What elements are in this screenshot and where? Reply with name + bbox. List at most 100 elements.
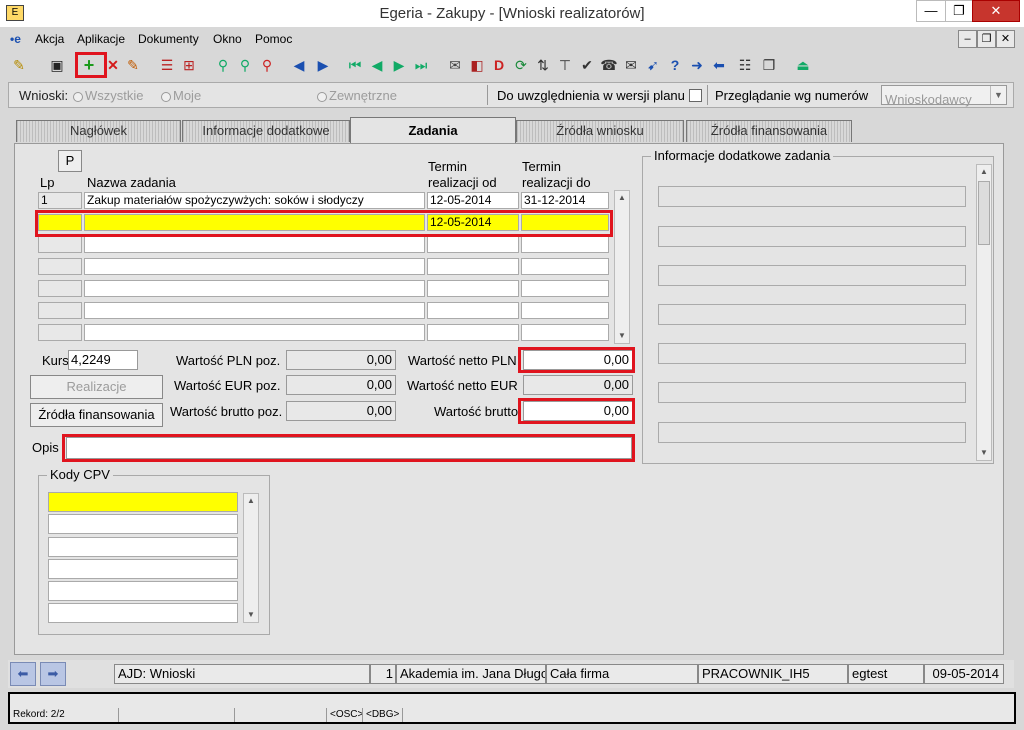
info-field[interactable] (658, 304, 966, 325)
tab-zadania[interactable]: Zadania (350, 117, 516, 144)
refresh-icon[interactable]: ⟳ (512, 55, 530, 75)
info-field[interactable] (658, 265, 966, 286)
task-to-field[interactable] (521, 302, 609, 319)
arrow-right-icon[interactable]: ▶ (314, 55, 332, 75)
d-icon[interactable]: D (490, 55, 508, 75)
exit-icon[interactable]: ⏏ (794, 55, 812, 75)
mdi-restore-button[interactable]: ❐ (977, 30, 996, 48)
restore-button[interactable]: ❐ (945, 0, 973, 22)
pointer-icon[interactable]: ➹ (644, 55, 662, 75)
menu-aplikacje[interactable]: Aplikacje (77, 32, 125, 46)
scroll-down-icon[interactable]: ▼ (244, 608, 258, 622)
browse-select[interactable]: Wnioskodawcy ▼ (881, 85, 1007, 107)
forward-icon[interactable]: ➜ (688, 55, 706, 75)
duplicate-row-icon[interactable]: ⊞ (180, 55, 198, 75)
search-icon[interactable]: ⚲ (214, 55, 232, 75)
task-from-field[interactable] (427, 302, 519, 319)
scroll-thumb[interactable] (978, 181, 990, 245)
egeria-menu-icon[interactable]: •e (10, 32, 21, 46)
task-from-field[interactable] (427, 258, 519, 275)
cpv-field[interactable] (48, 492, 238, 512)
next-record-icon[interactable]: ▶ (390, 55, 408, 75)
cpv-field[interactable] (48, 603, 238, 623)
task-name-field[interactable] (84, 236, 425, 253)
document-icon[interactable]: ✉ (446, 55, 464, 75)
task-lp[interactable] (38, 302, 82, 319)
mdi-close-button[interactable]: ✕ (996, 30, 1015, 48)
scroll-up-icon[interactable]: ▲ (977, 165, 991, 179)
radio-external[interactable]: Zewnętrzne (317, 88, 397, 103)
chevron-down-icon[interactable]: ▼ (990, 86, 1006, 104)
scroll-up-icon[interactable]: ▲ (615, 191, 629, 205)
nav-forward-icon[interactable]: ➡ (40, 662, 66, 686)
netto-eur-field[interactable]: 0,00 (523, 375, 633, 395)
scroll-up-icon[interactable]: ▲ (244, 494, 258, 508)
task-lp[interactable] (38, 236, 82, 253)
arrow-left-icon[interactable]: ◀ (290, 55, 308, 75)
task-from-field[interactable]: 12-05-2014 (427, 192, 519, 209)
plan-checkbox[interactable] (689, 89, 702, 102)
brutto-poz-field[interactable]: 0,00 (286, 401, 396, 421)
zrodla-finansowania-button[interactable]: Źródła finansowania (30, 403, 163, 427)
p-button[interactable]: P (58, 150, 82, 172)
task-lp[interactable]: 1 (38, 192, 82, 209)
scroll-down-icon[interactable]: ▼ (615, 329, 629, 343)
task-to-field[interactable] (521, 324, 609, 341)
cpv-scrollbar[interactable]: ▲ ▼ (243, 493, 259, 623)
task-lp[interactable] (38, 280, 82, 297)
menu-akcja[interactable]: Akcja (35, 32, 64, 46)
last-record-icon[interactable]: ⏭ (412, 55, 430, 75)
close-button[interactable]: ✕ (972, 0, 1020, 22)
eur-poz-field[interactable]: 0,00 (286, 375, 396, 395)
task-lp[interactable] (38, 324, 82, 341)
copy-icon[interactable]: ❐ (760, 55, 778, 75)
task-to-field[interactable] (521, 258, 609, 275)
radio-all[interactable]: Wszystkie (73, 88, 144, 103)
info-field[interactable] (658, 382, 966, 403)
info-field[interactable] (658, 186, 966, 207)
task-lp[interactable] (38, 258, 82, 275)
help-icon[interactable]: ? (666, 55, 684, 75)
task-to-field[interactable]: 31-12-2014 (521, 192, 609, 209)
minimize-button[interactable]: — (916, 0, 946, 22)
cpv-field[interactable] (48, 559, 238, 579)
radio-mine[interactable]: Moje (161, 88, 201, 103)
approve-icon[interactable]: ✔ (578, 55, 596, 75)
nav-back-icon[interactable]: ⬅ (10, 662, 36, 686)
tab-zrodla-wniosku[interactable]: Źródła wniosku (516, 120, 684, 142)
tab-naglowek[interactable]: Nagłówek (16, 120, 181, 142)
pin-icon[interactable]: ✎ (10, 55, 28, 75)
task-from-field[interactable] (427, 280, 519, 297)
menu-okno[interactable]: Okno (213, 32, 242, 46)
cpv-field[interactable] (48, 537, 238, 557)
info-field[interactable] (658, 226, 966, 247)
first-record-icon[interactable]: ⏮ (346, 55, 364, 75)
task-name-field[interactable] (84, 258, 425, 275)
cpv-field[interactable] (48, 514, 238, 534)
task-name-field[interactable] (84, 280, 425, 297)
cancel-query-icon[interactable]: ⚲ (258, 55, 276, 75)
insert-row-icon[interactable]: ☰ (158, 55, 176, 75)
edit-icon[interactable]: ✎ (124, 55, 142, 75)
tab-zrodla-finansowania[interactable]: Źródła finansowania (686, 120, 852, 142)
task-name-field[interactable]: Zakup materiałów spożyczywżych: soków i … (84, 192, 425, 209)
task-to-field[interactable] (521, 236, 609, 253)
kurs-field[interactable]: 4,2249 (68, 350, 138, 370)
attachment-icon[interactable]: ◧ (468, 55, 486, 75)
query-icon[interactable]: ⚲ (236, 55, 254, 75)
phone-icon[interactable]: ☎ (600, 55, 618, 75)
info-field[interactable] (658, 343, 966, 364)
save-icon[interactable]: ▣ (48, 55, 66, 75)
task-from-field[interactable] (427, 236, 519, 253)
cpv-field[interactable] (48, 581, 238, 601)
tab-informacje-dodatkowe[interactable]: Informacje dodatkowe (182, 120, 350, 142)
task-from-field[interactable] (427, 324, 519, 341)
back-icon[interactable]: ⬅ (710, 55, 728, 75)
menu-dokumenty[interactable]: Dokumenty (138, 32, 199, 46)
mdi-minimize-button[interactable]: – (958, 30, 977, 48)
task-name-field[interactable] (84, 324, 425, 341)
info-field[interactable] (658, 422, 966, 443)
report-icon[interactable]: ☷ (736, 55, 754, 75)
task-name-field[interactable] (84, 302, 425, 319)
scroll-down-icon[interactable]: ▼ (977, 446, 991, 460)
